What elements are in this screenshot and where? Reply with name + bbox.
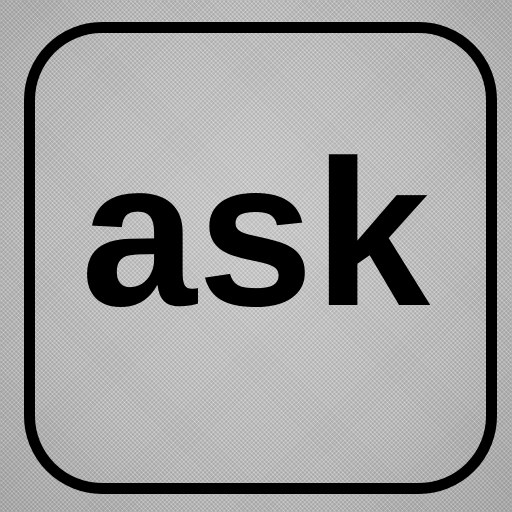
app-icon[interactable]: ask	[0, 0, 512, 512]
key-label-text: ask	[80, 118, 432, 350]
